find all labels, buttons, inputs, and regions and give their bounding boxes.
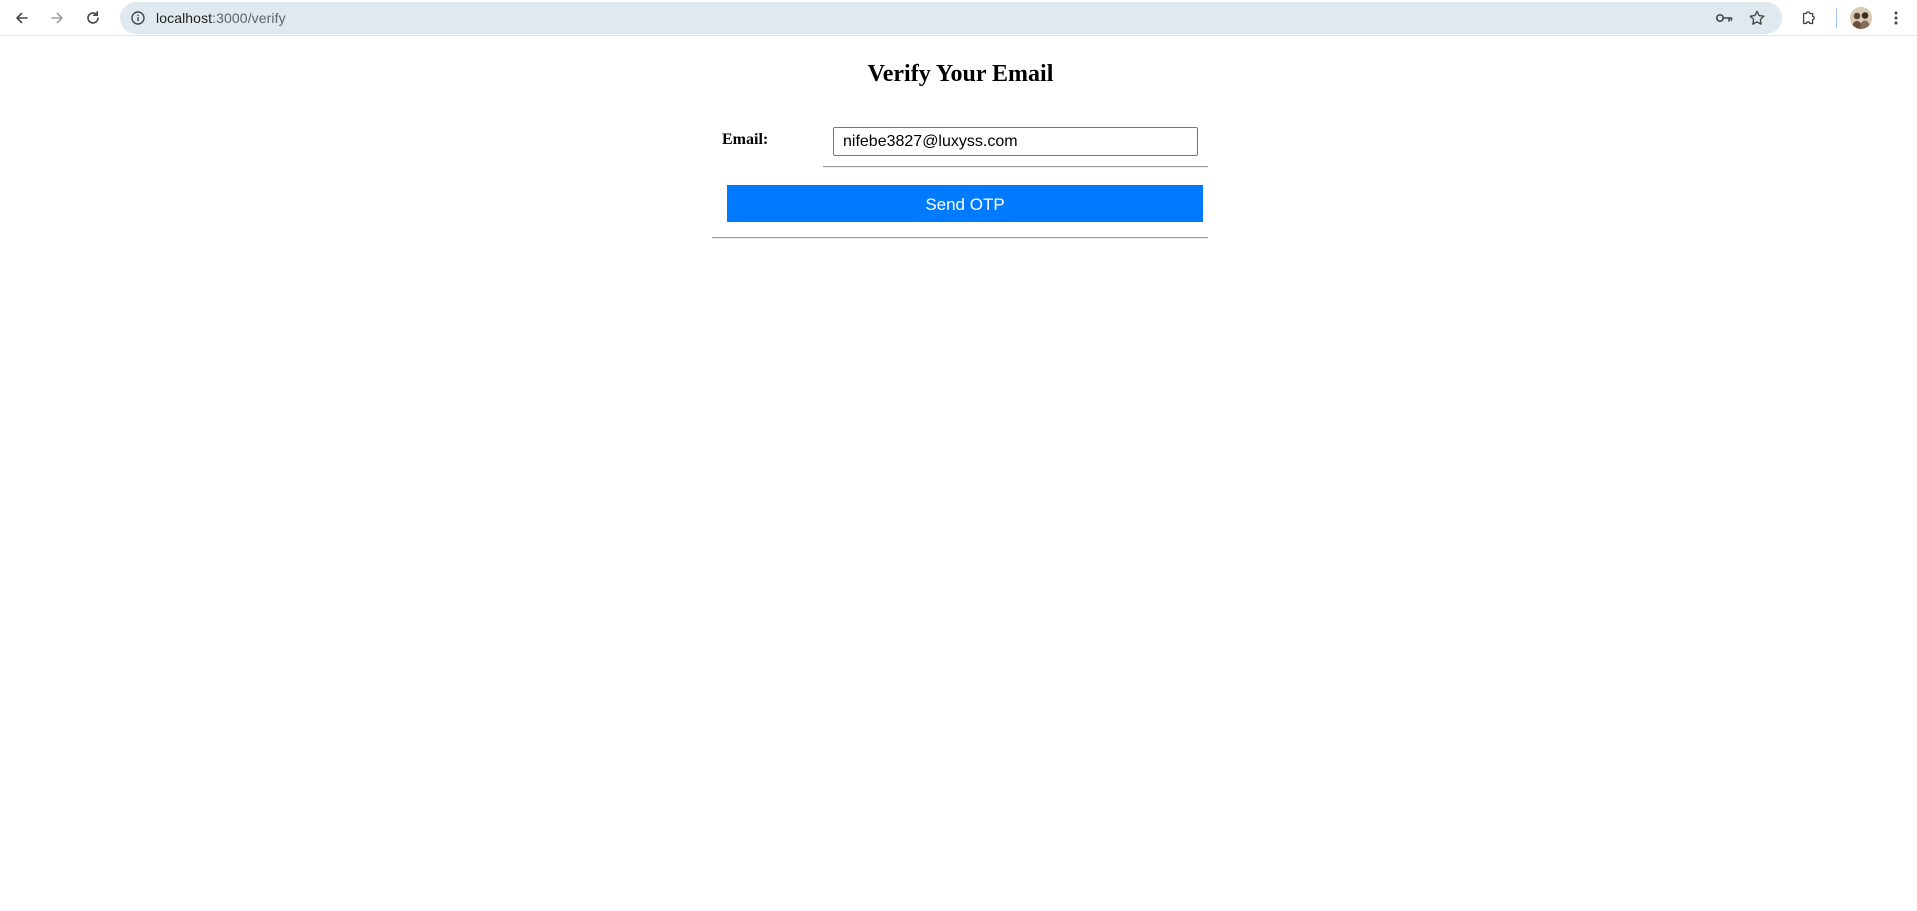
input-divider [823,166,1208,168]
email-field[interactable] [833,127,1198,156]
form-divider [712,237,1208,239]
info-icon[interactable] [130,10,146,26]
extensions-button[interactable] [1797,6,1821,30]
bookmark-button[interactable] [1747,8,1767,28]
key-icon [1715,14,1733,23]
email-label: Email: [722,131,769,148]
puzzle-icon [1802,11,1815,25]
url-host: localhost [156,10,213,26]
url-path: :3000/verify [212,10,286,26]
forward-button[interactable] [43,4,71,32]
browser-menu-button[interactable] [1884,6,1908,30]
browser-toolbar: localhost:3000/verify [0,0,1917,36]
reload-icon [87,11,99,24]
url-text[interactable]: localhost:3000/verify [156,2,286,34]
kebab-menu-icon [1894,11,1898,25]
arrow-right-icon [51,12,63,24]
passwords-button[interactable] [1714,8,1734,28]
arrow-left-icon [16,12,28,24]
star-icon [1749,10,1765,25]
toolbar-divider [1836,8,1837,28]
profile-picture [1850,7,1872,29]
page-content: Verify Your Email Email: Send OTP [0,37,1917,911]
page-title: Verify Your Email [867,61,1054,87]
back-button[interactable] [8,4,36,32]
send-otp-button[interactable]: Send OTP [727,185,1203,222]
address-bar[interactable]: localhost:3000/verify [120,2,1782,34]
avatar[interactable] [1850,7,1872,29]
reload-button[interactable] [79,4,107,32]
